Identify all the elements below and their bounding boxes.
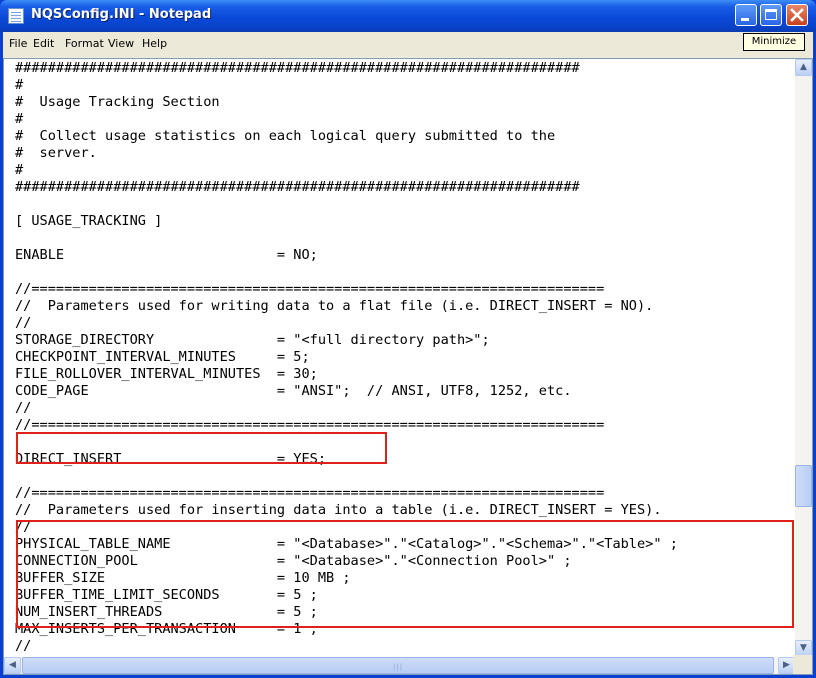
text-line: // Parameters used for inserting data in… [15, 502, 662, 518]
minimize-tooltip: Minimize [743, 33, 805, 51]
text-line: //======================================… [15, 281, 605, 297]
size-grip-icon[interactable] [793, 655, 812, 674]
vertical-scroll-thumb[interactable] [795, 465, 812, 507]
text-line: FILE_ROLLOVER_INTERVAL_MINUTES = 30; [15, 366, 318, 382]
text-line: // [15, 315, 32, 331]
text-line: # Usage Tracking Section [15, 94, 220, 110]
table-parameters-highlight [16, 520, 794, 628]
window-title: NQSConfig.INI - Notepad [31, 7, 212, 22]
maximize-icon [765, 9, 777, 20]
menu-edit[interactable]: Edit [33, 37, 54, 50]
text-line: ENABLE = NO; [15, 247, 318, 263]
text-line: # server. [15, 145, 97, 161]
horizontal-scroll-thumb[interactable]: ||| [22, 657, 774, 674]
notepad-icon[interactable] [8, 8, 24, 24]
minimize-button[interactable] [735, 4, 757, 26]
text-line: CODE_PAGE = "ANSI"; // ANSI, UTF8, 1252,… [15, 383, 572, 399]
menu-file[interactable]: File [9, 37, 27, 50]
menu-view[interactable]: View [108, 37, 134, 50]
menu-help[interactable]: Help [142, 37, 167, 50]
notepad-window: NQSConfig.INI - Notepad Minimize File Ed… [0, 0, 816, 678]
text-line: ########################################… [15, 179, 580, 195]
vertical-scrollbar[interactable]: ▲ ▼ [795, 59, 812, 657]
text-line: # [15, 111, 24, 127]
scroll-up-icon[interactable]: ▲ [795, 59, 812, 76]
text-line: # [15, 162, 24, 178]
text-line: [ USAGE_TRACKING ] [15, 213, 163, 229]
scroll-left-icon[interactable]: ◀ [4, 657, 21, 674]
text-line: # Collect usage statistics on each logic… [15, 128, 556, 144]
text-line: // [15, 400, 32, 416]
menu-bar: File Edit Format View Help [3, 32, 813, 58]
text-line: // [15, 638, 32, 653]
text-line: CHECKPOINT_INTERVAL_MINUTES = 5; [15, 349, 310, 365]
text-line: //======================================… [15, 485, 605, 501]
text-line: //======================================… [15, 417, 605, 433]
text-editor[interactable]: ########################################… [3, 58, 813, 675]
minimize-icon [741, 18, 749, 21]
scroll-grip-icon: ||| [393, 663, 404, 671]
text-line: // Parameters used for writing data to a… [15, 298, 654, 314]
text-line: STORAGE_DIRECTORY = "<full directory pat… [15, 332, 490, 348]
menu-format[interactable]: Format [65, 37, 104, 50]
text-line: ########################################… [15, 61, 580, 76]
direct-insert-highlight [16, 432, 387, 464]
close-icon [790, 8, 804, 22]
title-bar[interactable]: NQSConfig.INI - Notepad [0, 0, 816, 32]
horizontal-scrollbar[interactable]: ◀ ||| ▶ [4, 657, 795, 674]
close-button[interactable] [786, 4, 808, 26]
text-line: # [15, 77, 24, 93]
maximize-button[interactable] [760, 4, 782, 26]
